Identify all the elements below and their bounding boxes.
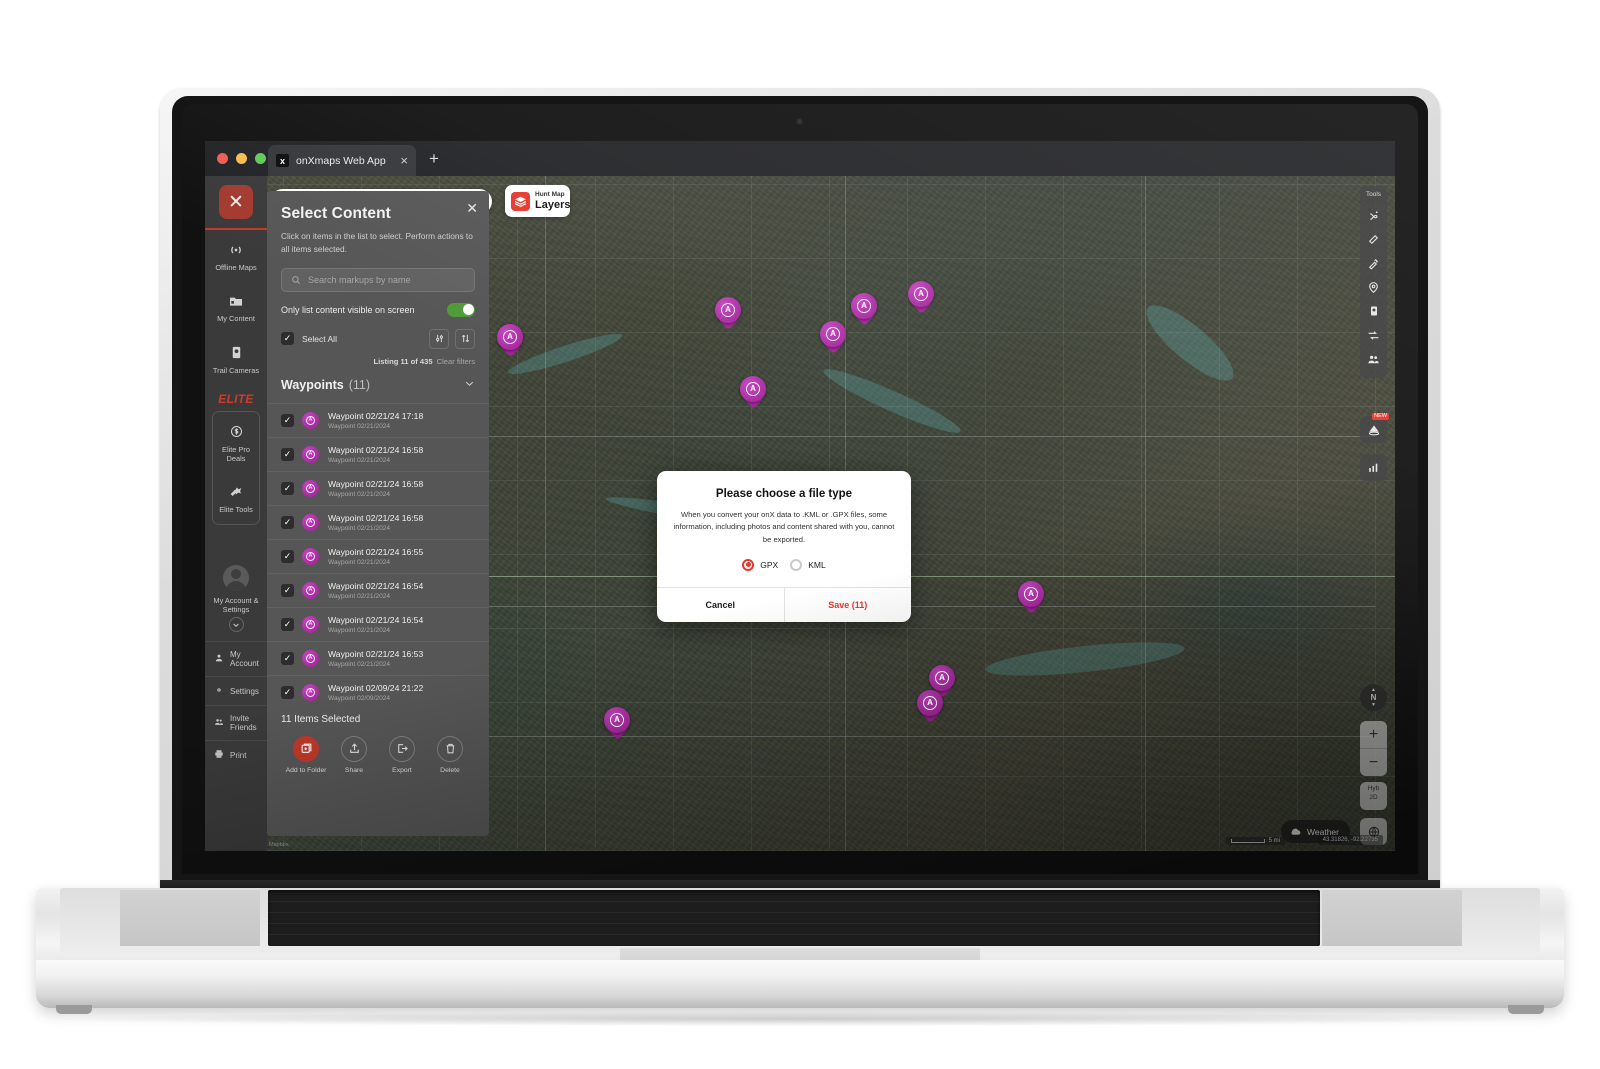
close-tab-icon[interactable]: ×	[400, 154, 408, 167]
pin-label: A	[721, 303, 735, 317]
pin-label: A	[610, 713, 624, 727]
browser-window: x onXmaps Web App × + AAAAAAAAAA Hunt Ma…	[205, 141, 1395, 851]
webcam-icon	[796, 118, 803, 125]
pin-label: A	[503, 330, 517, 344]
save-button[interactable]: Save (11)	[783, 587, 912, 622]
maximize-window-button[interactable]	[255, 153, 266, 164]
dialog-body: When you convert your onX data to .KML o…	[673, 510, 895, 544]
radio-option-gpx[interactable]: GPX	[742, 558, 779, 571]
radio-option-kml[interactable]: KML	[790, 558, 826, 571]
radio-kml-control[interactable]	[790, 558, 803, 571]
laptop-shadow	[60, 1012, 1540, 1026]
browser-tab[interactable]: x onXmaps Web App ×	[268, 145, 416, 176]
radio-kml-label: KML	[808, 559, 826, 570]
pin-label: A	[923, 696, 937, 710]
palm-rest-right	[1322, 890, 1462, 946]
radio-gpx-control[interactable]	[742, 558, 755, 571]
onx-favicon: x	[276, 154, 289, 167]
file-type-dialog: Please choose a file type When you conve…	[657, 471, 911, 622]
pin-label: A	[914, 287, 928, 301]
browser-tab-title: onXmaps Web App	[296, 154, 386, 167]
minimize-window-button[interactable]	[236, 153, 247, 164]
new-tab-icon[interactable]: +	[429, 150, 439, 167]
modal-overlay: Please choose a file type When you conve…	[205, 176, 1395, 851]
screenshot-stage: x onXmaps Web App × + AAAAAAAAAA Hunt Ma…	[0, 0, 1600, 1069]
dialog-footer: Cancel Save (11)	[657, 586, 912, 622]
file-type-options[interactable]: GPX KML	[657, 546, 911, 587]
browser-chrome: x onXmaps Web App × +	[205, 141, 1395, 176]
radio-gpx-label: GPX	[760, 559, 779, 570]
pin-label: A	[826, 327, 840, 341]
pin-label: A	[1024, 587, 1038, 601]
dialog-title: Please choose a file type	[715, 488, 853, 500]
pin-label: A	[857, 299, 871, 313]
close-window-button[interactable]	[217, 153, 228, 164]
window-controls[interactable]	[217, 153, 266, 164]
palm-rest-left	[120, 890, 260, 946]
pin-label: A	[746, 382, 760, 396]
pin-label: A	[935, 671, 949, 685]
laptop-keyboard	[268, 890, 1320, 946]
map-viewport[interactable]: AAAAAAAAAA Search Hunt Map Layers	[205, 176, 1395, 851]
laptop-base-front	[36, 960, 1564, 1008]
cancel-button[interactable]: Cancel	[657, 588, 784, 622]
